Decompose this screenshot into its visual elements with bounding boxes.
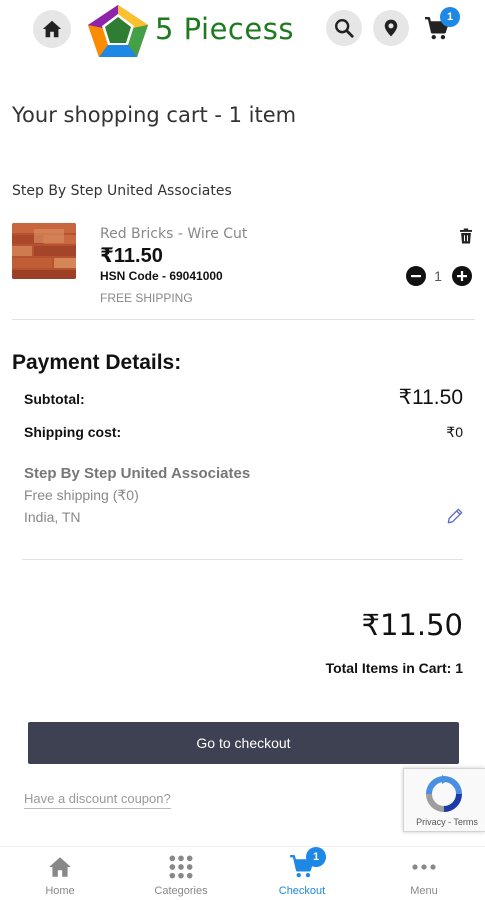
shipping-location: India, TN bbox=[24, 509, 81, 525]
decrease-quantity-button[interactable] bbox=[406, 266, 426, 286]
shipping-cost-label: Shipping cost: bbox=[24, 424, 122, 440]
bottom-navigation: Home Categories 1 Checkout Menu bbox=[0, 846, 485, 900]
nav-item-categories[interactable]: Categories bbox=[141, 853, 221, 897]
minus-icon bbox=[411, 275, 421, 278]
plus-icon bbox=[457, 271, 467, 281]
home-icon bbox=[49, 857, 71, 877]
location-pin-icon bbox=[384, 19, 398, 37]
app-header: 5 Piecess 1 bbox=[0, 0, 485, 62]
more-icon bbox=[412, 864, 436, 870]
home-button[interactable] bbox=[33, 10, 71, 48]
home-icon bbox=[42, 20, 62, 38]
cart-button[interactable]: 1 bbox=[420, 7, 460, 46]
subtotal-label: Subtotal: bbox=[24, 391, 85, 407]
hsn-code: HSN Code - 69041000 bbox=[100, 269, 223, 283]
cart-count-badge: 1 bbox=[440, 7, 460, 27]
nav-label: Checkout bbox=[278, 885, 326, 897]
search-icon bbox=[335, 19, 354, 38]
payment-details-title: Payment Details: bbox=[12, 351, 182, 374]
trash-icon[interactable] bbox=[457, 227, 475, 245]
product-name[interactable]: Red Bricks - Wire Cut bbox=[100, 226, 247, 242]
nav-label: Home bbox=[45, 885, 75, 897]
location-button[interactable] bbox=[373, 10, 409, 46]
product-price: ₹11.50 bbox=[100, 245, 163, 267]
nav-label: Menu bbox=[410, 885, 438, 897]
seller-name: Step By Step United Associates bbox=[12, 183, 232, 199]
quantity-value: 1 bbox=[434, 268, 442, 284]
order-total: ₹11.50 bbox=[361, 608, 463, 642]
nav-label: Categories bbox=[154, 885, 208, 897]
search-button[interactable] bbox=[326, 10, 362, 46]
recaptcha-badge[interactable]: Privacy - Terms bbox=[403, 768, 485, 832]
total-items-count: Total Items in Cart: 1 bbox=[325, 660, 463, 676]
shipping-seller-name: Step By Step United Associates bbox=[24, 465, 251, 482]
recaptcha-icon bbox=[426, 775, 462, 812]
discount-coupon-link[interactable]: Have a discount coupon? bbox=[24, 791, 171, 809]
go-to-checkout-button[interactable]: Go to checkout bbox=[28, 722, 459, 764]
product-image[interactable] bbox=[12, 223, 76, 279]
page-title: Your shopping cart - 1 item bbox=[12, 103, 297, 127]
grid-icon bbox=[169, 855, 193, 879]
brand-logo[interactable] bbox=[86, 3, 150, 59]
subtotal-value: ₹11.50 bbox=[398, 386, 463, 409]
divider bbox=[22, 559, 463, 560]
divider bbox=[12, 319, 475, 320]
recaptcha-privacy-terms[interactable]: Privacy - Terms bbox=[408, 817, 485, 827]
nav-item-checkout[interactable]: 1 Checkout bbox=[262, 847, 342, 897]
brand-name: 5 Piecess bbox=[155, 12, 294, 46]
nav-item-menu[interactable]: Menu bbox=[384, 853, 464, 897]
checkout-count-badge: 1 bbox=[306, 847, 326, 867]
shipping-cost-value: ₹0 bbox=[446, 424, 463, 440]
edit-pencil-icon[interactable] bbox=[445, 506, 465, 526]
shipping-method: Free shipping (₹0) bbox=[24, 487, 139, 503]
free-shipping-label: FREE SHIPPING bbox=[100, 291, 193, 305]
nav-item-home[interactable]: Home bbox=[20, 853, 100, 897]
increase-quantity-button[interactable] bbox=[452, 266, 472, 286]
